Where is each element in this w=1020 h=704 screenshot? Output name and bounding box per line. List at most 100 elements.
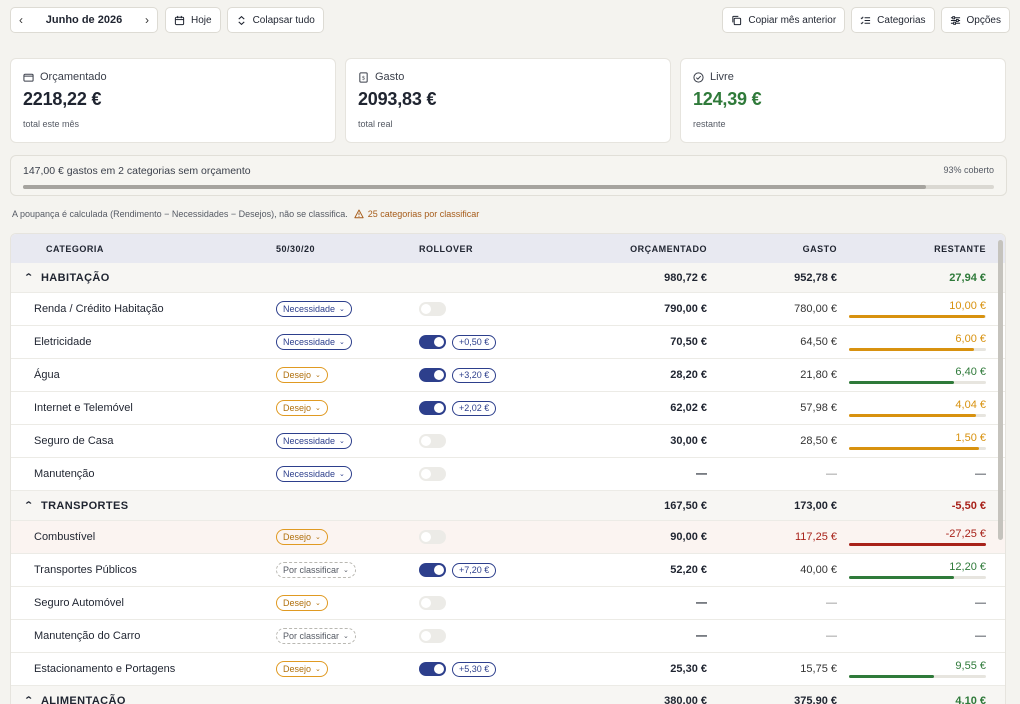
rule-select[interactable]: Necessidade ⌄: [276, 433, 352, 449]
group-remaining-value: 4,10 €: [955, 694, 986, 704]
rollover-toggle[interactable]: [419, 401, 446, 415]
category-name[interactable]: Estacionamento e Portagens: [34, 653, 175, 685]
toggle-knob: [421, 469, 431, 479]
category-name[interactable]: Manutenção do Carro: [34, 620, 140, 652]
categories-button[interactable]: Categorias: [851, 7, 935, 33]
copy-previous-month-button[interactable]: Copiar mês anterior: [722, 7, 846, 33]
group-toggle[interactable]: ⌃ TRANSPORTES: [24, 500, 128, 512]
category-name[interactable]: Água: [34, 359, 60, 391]
rollover-toggle[interactable]: [419, 467, 446, 481]
chevron-up-icon[interactable]: ⌃: [24, 695, 34, 704]
rule-select[interactable]: Necessidade ⌄: [276, 334, 352, 350]
rollover-toggle[interactable]: [419, 662, 446, 676]
group-toggle[interactable]: ⌃ ALIMENTAÇÃO: [24, 695, 126, 704]
collapse-all-button[interactable]: Colapsar tudo: [226, 7, 324, 33]
rule-select[interactable]: Desejo ⌄: [276, 595, 328, 611]
rule-select[interactable]: Desejo ⌄: [276, 661, 328, 677]
scrollbar[interactable]: [998, 240, 1003, 540]
group-row[interactable]: ⌃ HABITAÇÃO 980,72 € 952,78 € 27,94 €: [11, 263, 1005, 293]
category-name[interactable]: Manutenção: [34, 458, 95, 490]
budgeted-value[interactable]: 52,20 €: [670, 554, 707, 586]
unclassified-warning-text: 25 categorias por classificar: [367, 209, 480, 219]
category-name[interactable]: Eletricidade: [34, 326, 91, 358]
group-row[interactable]: ⌃ ALIMENTAÇÃO 380,00 € 375,90 € 4,10 €: [11, 686, 1005, 704]
table-row[interactable]: Seguro Automóvel Desejo ⌄ — — —: [11, 587, 1005, 620]
today-button[interactable]: Hoje: [165, 7, 221, 33]
header-budgeted[interactable]: ORÇAMENTADO: [630, 244, 707, 254]
rollover-cell: [419, 620, 446, 652]
category-name[interactable]: Renda / Crédito Habitação: [34, 293, 164, 325]
chevron-left-icon[interactable]: ‹: [19, 14, 23, 26]
rule-select[interactable]: Por classificar ⌄: [276, 562, 356, 578]
header-rollover[interactable]: ROLLOVER: [419, 244, 473, 254]
chevron-up-icon[interactable]: ⌃: [24, 272, 34, 283]
rollover-toggle[interactable]: [419, 596, 446, 610]
rule-cell: Desejo ⌄: [276, 392, 328, 424]
rule-select[interactable]: Por classificar ⌄: [276, 628, 356, 644]
rule-select[interactable]: Necessidade ⌄: [276, 466, 352, 482]
group-row[interactable]: ⌃ TRANSPORTES 167,50 € 173,00 € -5,50 €: [11, 491, 1005, 521]
category-name[interactable]: Internet e Telemóvel: [34, 392, 133, 424]
table-row[interactable]: Água Desejo ⌄ +3,20 € 28,20 € 21,80 € 6,…: [11, 359, 1005, 392]
remaining-cell: —: [846, 458, 986, 490]
rule-select[interactable]: Desejo ⌄: [276, 529, 328, 545]
remaining-value: -27,25 €: [945, 528, 986, 540]
table-row[interactable]: Combustível Desejo ⌄ 90,00 € 117,25 € -2…: [11, 521, 1005, 554]
category-name[interactable]: Seguro Automóvel: [34, 587, 124, 619]
table-row[interactable]: Eletricidade Necessidade ⌄ +0,50 € 70,50…: [11, 326, 1005, 359]
remaining-value: —: [975, 597, 986, 609]
chevron-down-icon: ⌄: [315, 372, 321, 379]
header-spent[interactable]: GASTO: [803, 244, 837, 254]
remaining-cell: -27,25 €: [846, 521, 986, 553]
budgeted-value[interactable]: 30,00 €: [670, 425, 707, 457]
category-name[interactable]: Transportes Públicos: [34, 554, 137, 586]
rule-select[interactable]: Desejo ⌄: [276, 400, 328, 416]
budgeted-value[interactable]: —: [696, 458, 707, 490]
rollover-toggle[interactable]: [419, 302, 446, 316]
group-toggle[interactable]: ⌃ HABITAÇÃO: [24, 272, 110, 284]
header-rule[interactable]: 50/30/20: [276, 244, 315, 254]
table-row[interactable]: Manutenção Necessidade ⌄ — — —: [11, 458, 1005, 491]
rollover-toggle[interactable]: [419, 629, 446, 643]
rollover-toggle[interactable]: [419, 368, 446, 382]
remaining-value: 9,55 €: [955, 660, 986, 672]
unclassified-warning-link[interactable]: 25 categorias por classificar: [354, 209, 480, 219]
table-row[interactable]: Internet e Telemóvel Desejo ⌄ +2,02 € 62…: [11, 392, 1005, 425]
remaining-progress-fill: [849, 447, 980, 450]
header-remaining[interactable]: RESTANTE: [934, 244, 986, 254]
budgeted-value[interactable]: 70,50 €: [670, 326, 707, 358]
table-row[interactable]: Estacionamento e Portagens Desejo ⌄ +5,3…: [11, 653, 1005, 686]
table-row[interactable]: Transportes Públicos Por classificar ⌄ +…: [11, 554, 1005, 587]
budgeted-value[interactable]: 790,00 €: [664, 293, 707, 325]
category-name[interactable]: Combustível: [34, 521, 95, 553]
table-row[interactable]: Manutenção do Carro Por classificar ⌄ — …: [11, 620, 1005, 653]
category-name[interactable]: Seguro de Casa: [34, 425, 114, 457]
options-button[interactable]: Opções: [940, 7, 1010, 33]
rule-select[interactable]: Desejo ⌄: [276, 367, 328, 383]
budgeted-value[interactable]: —: [696, 587, 707, 619]
rule-select[interactable]: Necessidade ⌄: [276, 301, 352, 317]
toggle-knob: [421, 598, 431, 608]
budgeted-value[interactable]: 62,02 €: [670, 392, 707, 424]
rollover-amount: +2,02 €: [452, 400, 497, 416]
budgeted-value[interactable]: 28,20 €: [670, 359, 707, 391]
calendar-icon: [174, 15, 185, 25]
rollover-toggle[interactable]: [419, 434, 446, 448]
group-remaining: 4,10 €: [955, 686, 986, 704]
chevron-right-icon[interactable]: ›: [145, 14, 149, 26]
toggle-knob: [434, 337, 444, 347]
spent-value: 117,25 €: [794, 531, 837, 543]
remaining-progress-bar: [849, 414, 986, 417]
rollover-toggle[interactable]: [419, 335, 446, 349]
header-category[interactable]: CATEGORIA: [46, 244, 104, 254]
table-row[interactable]: Renda / Crédito Habitação Necessidade ⌄ …: [11, 293, 1005, 326]
budgeted-value[interactable]: 90,00 €: [670, 521, 707, 553]
rollover-amount: +7,20 €: [452, 562, 497, 578]
chevron-up-icon[interactable]: ⌃: [24, 500, 34, 511]
budgeted-value[interactable]: —: [696, 620, 707, 652]
table-row[interactable]: Seguro de Casa Necessidade ⌄ 30,00 € 28,…: [11, 425, 1005, 458]
budgeted-value[interactable]: 25,30 €: [670, 653, 707, 685]
rollover-toggle[interactable]: [419, 530, 446, 544]
remaining-progress-fill: [849, 381, 955, 384]
rollover-toggle[interactable]: [419, 563, 446, 577]
